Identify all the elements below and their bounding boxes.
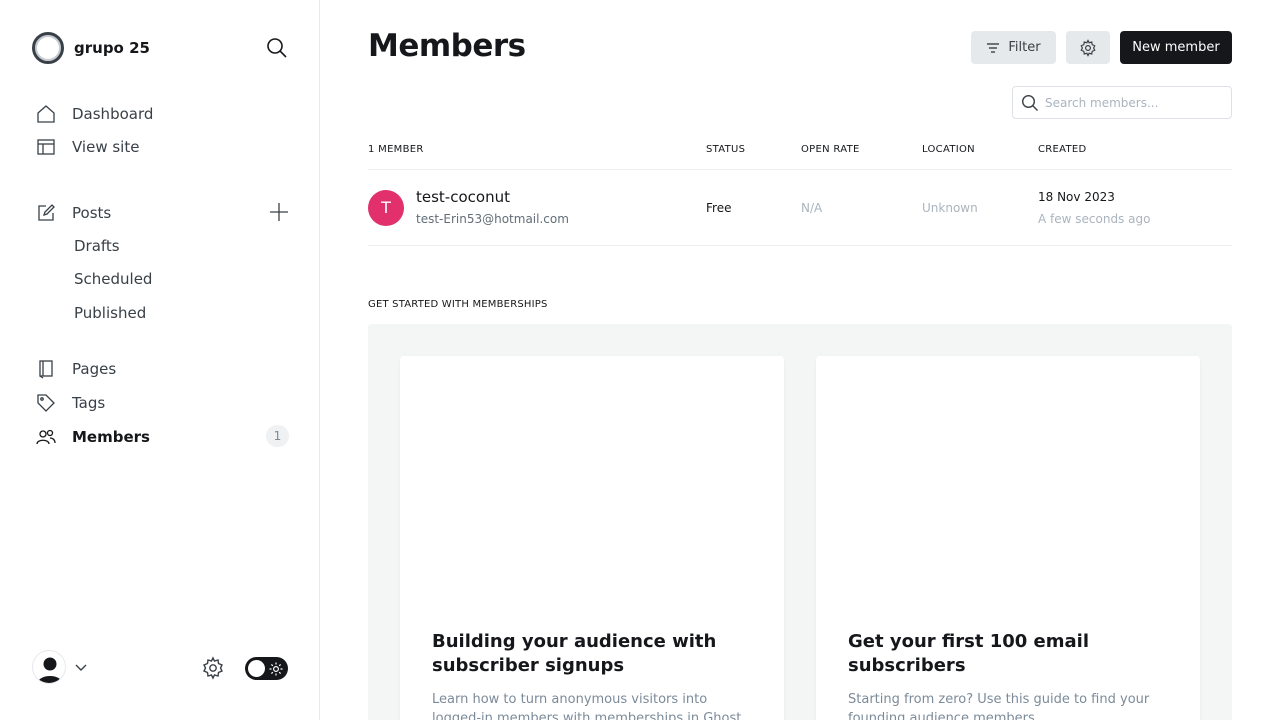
new-member-button[interactable]: New member — [1120, 31, 1232, 64]
members-icon — [36, 427, 56, 447]
gear-icon — [1080, 38, 1096, 57]
nav-view-site-label: View site — [72, 138, 140, 156]
pages-icon — [36, 359, 56, 379]
resource-card-title: Get your first 100 email subscribers — [848, 631, 1090, 676]
search-icon — [1021, 94, 1039, 112]
nav-posts-label: Posts — [72, 204, 112, 222]
member-email: test-Erin53@hotmail.com — [416, 212, 569, 226]
layout-icon — [36, 137, 56, 157]
nav-dashboard[interactable]: Dashboard — [36, 102, 153, 126]
table-row[interactable]: T test-coconut test-Erin53@hotmail.com F… — [368, 170, 1232, 245]
sun-icon — [269, 661, 283, 676]
nav-members[interactable]: Members — [36, 425, 150, 449]
member-open-rate: N/A — [801, 201, 823, 215]
member-created-date: 18 Nov 2023 — [1038, 190, 1115, 204]
user-avatar[interactable] — [32, 650, 66, 684]
filter-button-label: Filter — [1008, 40, 1041, 55]
brand[interactable]: grupo 25 — [32, 32, 150, 64]
column-header-location[interactable]: LOCATION — [922, 144, 975, 155]
settings-gear-icon[interactable] — [201, 656, 225, 680]
nav-tags[interactable]: Tags — [36, 391, 105, 415]
resource-card[interactable]: Get your first 100 email subscribers Sta… — [816, 356, 1200, 720]
nav-drafts[interactable]: Drafts — [74, 237, 120, 255]
add-post-icon[interactable] — [268, 201, 290, 223]
get-started-panel: Building your audience with subscriber s… — [368, 324, 1232, 720]
sidebar: grupo 25 Dashboard View site Posts Draft… — [0, 0, 320, 720]
nav-pages[interactable]: Pages — [36, 357, 116, 381]
resource-card-description: Starting from zero? Use this guide to fi… — [848, 692, 1150, 720]
main-content: Members Filter New member 1 MEMBER STATU… — [320, 0, 1280, 720]
member-name: test-coconut — [416, 188, 510, 206]
nav-members-label: Members — [72, 428, 150, 446]
nav-pages-label: Pages — [72, 360, 117, 378]
page-title: Members — [368, 28, 526, 64]
theme-toggle[interactable] — [245, 657, 288, 680]
column-header-member: 1 MEMBER — [368, 144, 424, 155]
column-header-open-rate[interactable]: OPEN RATE — [801, 144, 860, 155]
members-settings-button[interactable] — [1066, 31, 1110, 64]
resource-card-description: Learn how to turn anonymous visitors int… — [432, 692, 746, 720]
nav-view-site[interactable]: View site — [36, 135, 139, 159]
nav-tags-label: Tags — [72, 394, 106, 412]
edit-icon — [36, 203, 56, 223]
user-area — [32, 650, 288, 686]
column-header-status[interactable]: STATUS — [706, 144, 745, 155]
members-count-badge: 1 — [266, 425, 289, 447]
tag-icon — [36, 393, 56, 413]
table-divider — [368, 245, 1232, 246]
resource-card-title: Building your audience with subscriber s… — [432, 631, 717, 676]
member-location: Unknown — [922, 201, 978, 215]
filter-icon — [987, 42, 1000, 53]
search-icon[interactable] — [265, 36, 289, 60]
search-members — [1012, 86, 1232, 119]
nav-posts[interactable]: Posts — [36, 201, 111, 225]
home-icon — [36, 104, 56, 124]
filter-button[interactable]: Filter — [971, 31, 1056, 64]
nav-published[interactable]: Published — [74, 304, 146, 322]
chevron-down-icon[interactable] — [74, 660, 88, 674]
nav-dashboard-label: Dashboard — [72, 105, 154, 123]
member-status: Free — [706, 201, 732, 215]
member-avatar: T — [368, 190, 404, 226]
nav-scheduled[interactable]: Scheduled — [74, 270, 152, 288]
site-logo-icon — [32, 32, 64, 64]
member-created-ago: A few seconds ago — [1038, 212, 1151, 226]
site-name: grupo 25 — [74, 39, 150, 57]
column-header-created[interactable]: CREATED — [1038, 144, 1087, 155]
get-started-title: GET STARTED WITH MEMBERSHIPS — [368, 299, 548, 310]
toggle-knob — [248, 660, 265, 677]
resource-card[interactable]: Building your audience with subscriber s… — [400, 356, 784, 720]
search-members-input[interactable] — [1045, 87, 1229, 118]
